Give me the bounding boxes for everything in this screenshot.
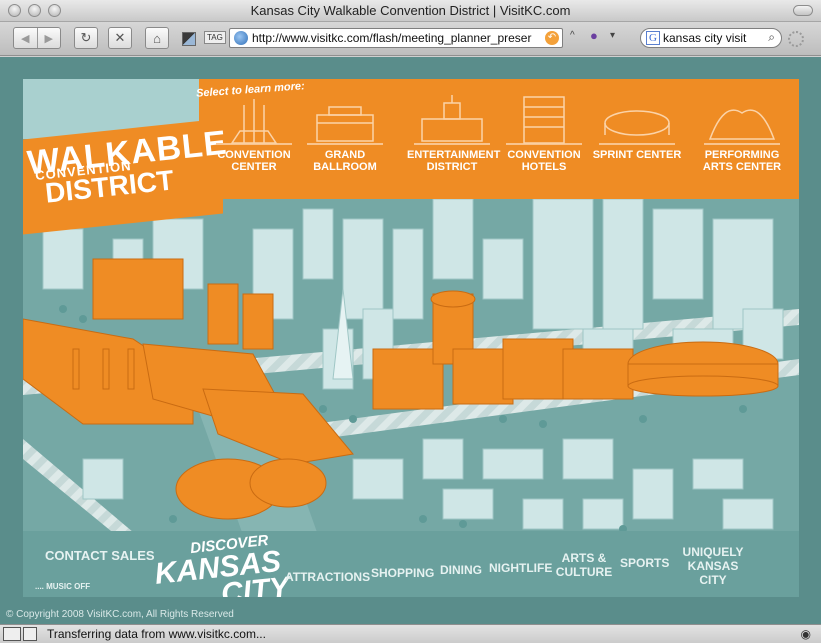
stop-icon[interactable]: ✕ bbox=[108, 27, 132, 49]
loading-spinner-icon bbox=[788, 31, 804, 47]
status-page-icon bbox=[3, 627, 21, 641]
snapback-icon[interactable]: ↶ bbox=[545, 31, 559, 45]
minimize-window-button[interactable] bbox=[28, 4, 41, 17]
venue-label: GRAND BALLROOM bbox=[313, 149, 377, 173]
venue-performing-arts-center[interactable]: PERFORMING ARTS CENTER bbox=[697, 93, 787, 173]
contact-sales-link[interactable]: CONTACT SALES bbox=[45, 549, 155, 563]
venue-convention-center[interactable]: CONVENTION CENTER bbox=[209, 93, 299, 173]
venue-grand-ballroom[interactable]: GRAND BALLROOM bbox=[300, 93, 390, 173]
window-controls bbox=[8, 4, 61, 17]
flash-stage: WALKABLE CONVENTION DISTRICT Select to l… bbox=[23, 79, 799, 597]
eye-icon[interactable]: ◉ bbox=[801, 627, 811, 641]
nav-attractions[interactable]: ATTRACTIONS bbox=[285, 570, 370, 584]
nav-shopping[interactable]: SHOPPING bbox=[371, 566, 434, 580]
sprint-center-icon bbox=[599, 93, 675, 145]
web-page: WALKABLE CONVENTION DISTRICT Select to l… bbox=[0, 57, 821, 624]
status-bar: Transferring data from www.visitkc.com..… bbox=[0, 624, 821, 643]
venue-label: ENTERTAINMENT DISTRICT bbox=[407, 149, 501, 173]
caret-up-icon[interactable]: ^ bbox=[570, 30, 575, 41]
status-text: Transferring data from www.visitkc.com..… bbox=[47, 627, 266, 641]
address-bar[interactable]: http://www.visitkc.com/flash/meeting_pla… bbox=[229, 28, 563, 48]
venue-label: CONVENTION HOTELS bbox=[507, 149, 581, 173]
forward-icon[interactable]: ▶ bbox=[36, 28, 61, 48]
performing-arts-center-icon bbox=[704, 93, 780, 145]
plugin-icon[interactable]: ● bbox=[590, 28, 598, 43]
search-field[interactable]: G kansas city visit ⌕ bbox=[640, 28, 782, 48]
convention-hotels-icon bbox=[506, 93, 582, 145]
entertainment-district-icon bbox=[414, 93, 490, 145]
venue-convention-hotels[interactable]: CONVENTION HOTELS bbox=[499, 93, 589, 173]
window-title: Kansas City Walkable Convention District… bbox=[250, 3, 571, 18]
city-word: CITY bbox=[219, 571, 292, 597]
nav-uniquely-kansas-city[interactable]: UNIQUELY KANSAS CITY bbox=[673, 545, 753, 587]
venue-label: SPRINT CENTER bbox=[592, 149, 682, 161]
search-text: kansas city visit bbox=[663, 31, 747, 45]
history-buttons: ◀ ▶ bbox=[13, 27, 61, 49]
globe-icon bbox=[234, 31, 248, 45]
address-text: http://www.visitkc.com/flash/meeting_pla… bbox=[252, 31, 532, 45]
nav-dining[interactable]: DINING bbox=[440, 563, 482, 577]
venue-label: CONVENTION CENTER bbox=[217, 149, 291, 173]
title-bar: Kansas City Walkable Convention District… bbox=[0, 0, 821, 22]
copyright-text: © Copyright 2008 VisitKC.com, All Rights… bbox=[6, 609, 234, 620]
reload-icon[interactable]: ↻ bbox=[74, 27, 98, 49]
google-icon: G bbox=[646, 31, 660, 45]
convention-center-icon bbox=[216, 93, 292, 145]
nav-arts-culture[interactable]: ARTS & CULTURE bbox=[554, 551, 614, 579]
zoom-window-button[interactable] bbox=[48, 4, 61, 17]
venue-label: PERFORMING ARTS CENTER bbox=[702, 149, 782, 173]
browser-toolbar: ◀ ▶ ↻ ✕ ⌂ TAG http://www.visitkc.com/fla… bbox=[0, 22, 821, 56]
music-off-toggle[interactable]: .... MUSIC OFF bbox=[35, 582, 90, 591]
venue-sprint-center[interactable]: SPRINT CENTER bbox=[592, 93, 682, 161]
search-icon[interactable]: ⌕ bbox=[768, 30, 775, 45]
tag-icon[interactable]: TAG bbox=[204, 31, 226, 44]
nav-nightlife[interactable]: NIGHTLIFE bbox=[489, 561, 552, 575]
chevron-down-icon[interactable]: ▾ bbox=[610, 30, 615, 41]
venue-entertainment-district[interactable]: ENTERTAINMENT DISTRICT bbox=[407, 93, 501, 173]
home-icon[interactable]: ⌂ bbox=[145, 27, 169, 49]
back-icon[interactable]: ◀ bbox=[14, 28, 37, 48]
toolbar-toggle-button[interactable] bbox=[793, 5, 813, 16]
close-window-button[interactable] bbox=[8, 4, 21, 17]
status-cursor-icon bbox=[23, 627, 37, 641]
nav-sports[interactable]: SPORTS bbox=[620, 556, 669, 570]
grand-ballroom-icon bbox=[307, 93, 383, 145]
bookmark-icon[interactable] bbox=[182, 32, 196, 46]
